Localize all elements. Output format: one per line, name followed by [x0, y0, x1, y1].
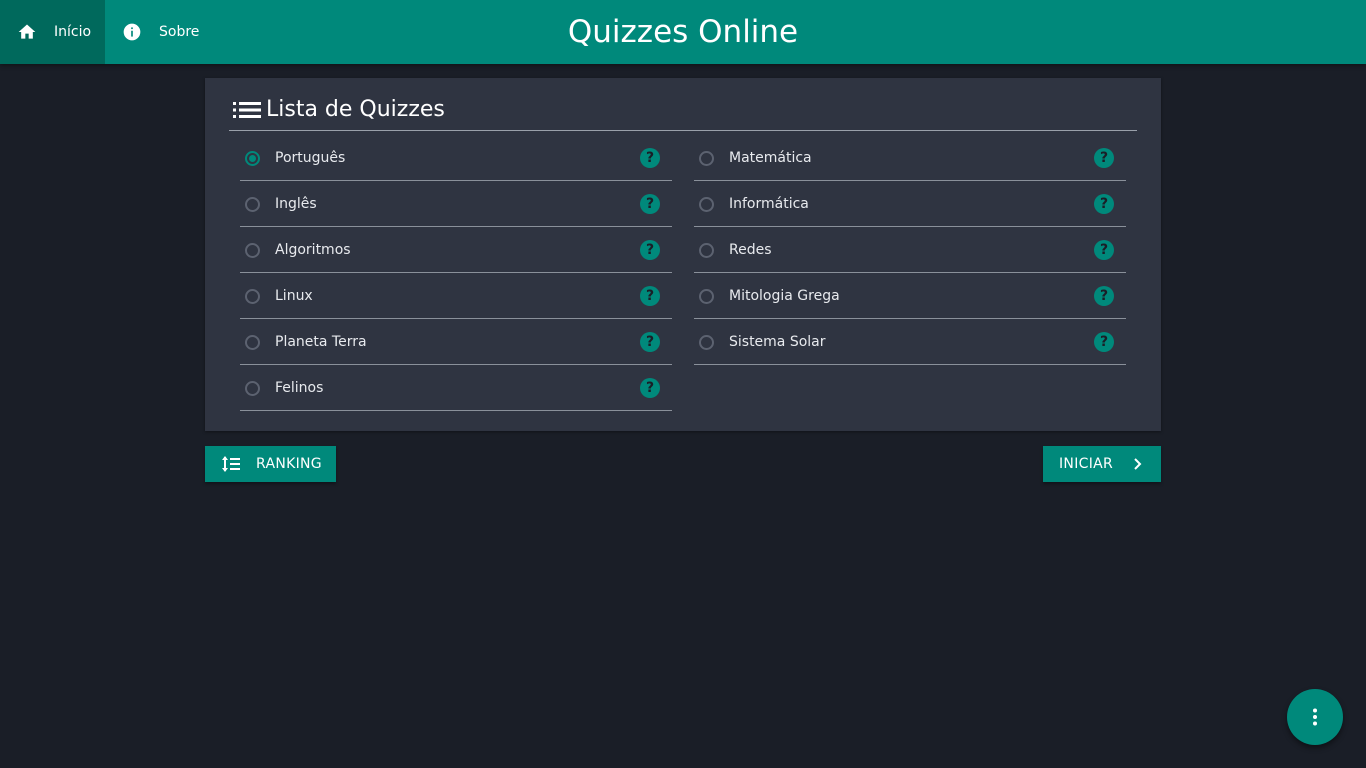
quiz-label: Sistema Solar: [729, 334, 826, 350]
quiz-item-mitologia-grega[interactable]: Mitologia Grega ?: [694, 273, 1126, 319]
help-icon[interactable]: ?: [640, 286, 660, 306]
radio-button[interactable]: [245, 243, 260, 258]
help-icon[interactable]: ?: [640, 240, 660, 260]
home-icon: [18, 24, 36, 39]
sort-list-icon: [222, 456, 240, 472]
quiz-item-portugues[interactable]: Português ?: [240, 135, 672, 181]
help-icon[interactable]: ?: [640, 332, 660, 352]
quiz-label: Planeta Terra: [275, 334, 367, 350]
ranking-button-label: RANKING: [256, 456, 322, 472]
quiz-item-sistema-solar[interactable]: Sistema Solar ?: [694, 319, 1126, 365]
help-icon[interactable]: ?: [1094, 286, 1114, 306]
start-button[interactable]: INICIAR: [1043, 446, 1161, 482]
quiz-list-right: Matemática ? Informática ? Redes ? Mitol…: [694, 135, 1126, 365]
radio-button[interactable]: [245, 151, 260, 166]
top-app-bar: Início Sobre Quizzes Online: [0, 0, 1366, 64]
more-vertical-icon: [1313, 708, 1317, 726]
quiz-label: Matemática: [729, 150, 812, 166]
quiz-list-left: Português ? Inglês ? Algoritmos ? Linux …: [240, 135, 672, 411]
help-icon[interactable]: ?: [640, 194, 660, 214]
chevron-right-icon: [1134, 458, 1142, 470]
quiz-label: Algoritmos: [275, 242, 351, 258]
quiz-label: Português: [275, 150, 346, 166]
help-icon[interactable]: ?: [1094, 194, 1114, 214]
quiz-label: Inglês: [275, 196, 317, 212]
start-button-label: INICIAR: [1059, 456, 1114, 472]
nav-home-label: Início: [54, 24, 92, 40]
help-icon[interactable]: ?: [1094, 240, 1114, 260]
radio-button[interactable]: [245, 381, 260, 396]
quiz-item-linux[interactable]: Linux ?: [240, 273, 672, 319]
radio-button[interactable]: [245, 197, 260, 212]
nav-about[interactable]: Sobre: [105, 0, 217, 64]
fab-more-button[interactable]: [1287, 689, 1343, 745]
nav-home[interactable]: Início: [0, 0, 105, 64]
help-icon[interactable]: ?: [1094, 148, 1114, 168]
panel-header: Lista de Quizzes: [229, 94, 1137, 131]
quiz-item-redes[interactable]: Redes ?: [694, 227, 1126, 273]
quiz-item-informatica[interactable]: Informática ?: [694, 181, 1126, 227]
quiz-item-ingles[interactable]: Inglês ?: [240, 181, 672, 227]
radio-button[interactable]: [699, 335, 714, 350]
help-icon[interactable]: ?: [640, 148, 660, 168]
panel-title: Lista de Quizzes: [266, 97, 445, 122]
ranking-button[interactable]: RANKING: [205, 446, 336, 482]
radio-button[interactable]: [245, 289, 260, 304]
quiz-item-felinos[interactable]: Felinos ?: [240, 365, 672, 411]
radio-button[interactable]: [699, 197, 714, 212]
quiz-item-planeta-terra[interactable]: Planeta Terra ?: [240, 319, 672, 365]
radio-button[interactable]: [699, 243, 714, 258]
help-icon[interactable]: ?: [640, 378, 660, 398]
help-icon[interactable]: ?: [1094, 332, 1114, 352]
quiz-label: Redes: [729, 242, 772, 258]
quiz-item-matematica[interactable]: Matemática ?: [694, 135, 1126, 181]
quiz-label: Informática: [729, 196, 809, 212]
quiz-item-algoritmos[interactable]: Algoritmos ?: [240, 227, 672, 273]
radio-button[interactable]: [245, 335, 260, 350]
nav-about-label: Sobre: [159, 24, 200, 40]
info-icon: [123, 23, 141, 41]
list-icon: [233, 102, 261, 118]
quiz-label: Mitologia Grega: [729, 288, 840, 304]
radio-button[interactable]: [699, 289, 714, 304]
quiz-label: Linux: [275, 288, 313, 304]
quiz-label: Felinos: [275, 380, 324, 396]
radio-button[interactable]: [699, 151, 714, 166]
